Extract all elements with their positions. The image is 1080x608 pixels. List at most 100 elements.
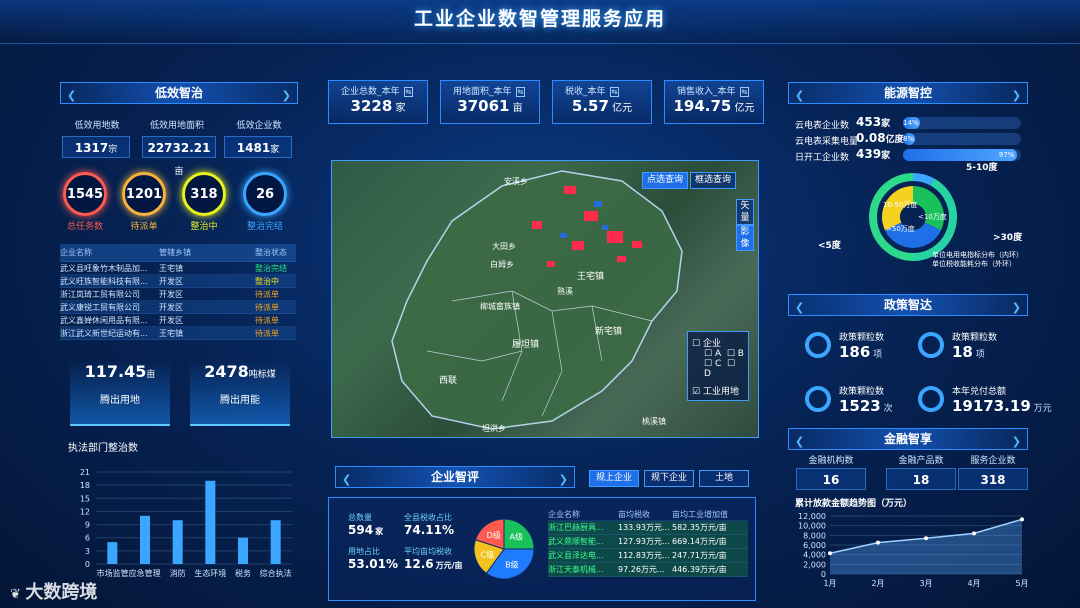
point-query-button[interactable]: 点选查询 (642, 172, 688, 189)
donut-note: 单位电用电指标分布（内环） (932, 251, 1023, 259)
summary-stat-card[interactable]: 销售收入_本年 ⇆ 194.75 亿元 (664, 80, 764, 124)
policy-value: 18 项 (952, 343, 997, 361)
tab-above-scale[interactable]: 规上企业 (589, 470, 639, 487)
x-tick-label: 1月 (823, 579, 836, 588)
bar (238, 537, 248, 564)
cell-town: 王宅镇 (159, 264, 183, 273)
table-row[interactable]: 武义鑫婵休闲用品有限... 开发区 待派单 (60, 314, 296, 327)
stat-info-icon[interactable]: ⇆ (739, 87, 750, 97)
table-row[interactable]: 武义县泽达电... 112.83万元... 247.71万元/亩 (548, 549, 748, 563)
policy-ring-icon (805, 332, 831, 358)
y-tick-label: 12 (80, 507, 90, 516)
status-ring[interactable]: 26 (243, 172, 287, 216)
town-label: 履坦镇 (512, 340, 540, 350)
energy-unit: 亿度 (885, 135, 904, 145)
x-tick-label: 2月 (871, 579, 884, 588)
tab-land[interactable]: 土地 (699, 470, 749, 487)
cell-town: 开发区 (159, 277, 183, 286)
policy-item[interactable]: 本年兑付总额 19173.19 万元 (952, 384, 1052, 415)
table-row[interactable]: 武义旺族智能科技有限... 开发区 整治中 (60, 275, 296, 288)
col-header: 管辖乡镇 (159, 248, 191, 257)
cell-company: 武义县旺象竹木制品加... (60, 264, 148, 273)
legend-land[interactable]: ☑ 工业用地 (692, 384, 744, 397)
y-tick-label: 8,000 (803, 531, 826, 540)
energy-progress: 97% (903, 149, 1021, 161)
stat-value: 37061 亩 (441, 97, 539, 115)
summary-stat-card[interactable]: 企业总数_本年 ⇆ 3228 家 (328, 80, 428, 124)
summary-stat-card[interactable]: 税收_本年 ⇆ 5.57 亿元 (552, 80, 652, 124)
policy-item[interactable]: 政策颗粒数 186 项 (839, 330, 884, 361)
cell-town: 王宅镇 (159, 329, 183, 338)
metric-label: 全县税收占比 (404, 513, 452, 522)
stat-info-icon[interactable]: ⇆ (609, 87, 620, 97)
watermark: ❦ 大数跨境 (10, 582, 98, 603)
platform-unit: 吨标煤 (248, 370, 276, 380)
x-tick-label: 3月 (919, 579, 932, 588)
stat-info-icon[interactable]: ⇆ (515, 87, 526, 97)
status-ring-label: 整治中 (190, 222, 218, 232)
y-tick-label: 10,000 (798, 522, 826, 531)
kpi-value: 1317宗 (62, 136, 130, 158)
stat-value: 3228 家 (329, 97, 427, 115)
eval-metric: 全县税收占比 74.11% (404, 512, 454, 537)
platform-label: 腾出用地 (100, 395, 140, 406)
box-query-button[interactable]: 框选查询 (690, 172, 736, 189)
y-tick-label: 4,000 (803, 551, 826, 560)
cell-company: 浙江天泰机械... (548, 565, 604, 574)
tab-below-scale[interactable]: 规下企业 (644, 470, 694, 487)
stat-label-text: 销售收入_本年 (677, 87, 736, 97)
policy-number: 19173.19 (952, 397, 1031, 415)
energy-number: 453 (856, 115, 882, 129)
energy-value: 439家 (856, 147, 904, 161)
policy-item[interactable]: 政策颗粒数 18 项 (952, 330, 997, 361)
platform-number: 2478 (204, 362, 249, 381)
status-ring[interactable]: 1545 (63, 172, 107, 216)
vector-tab[interactable]: 矢量 (736, 199, 754, 225)
bar (205, 480, 216, 564)
eval-metric: 平均亩均税收 12.6 万元/亩 (404, 546, 463, 571)
stat-label: 销售收入_本年 ⇆ (665, 81, 763, 97)
metric-unit: 万元/亩 (435, 561, 463, 570)
y-tick-label: 21 (80, 468, 90, 477)
x-tick-label: 市场监管应急管理 (97, 568, 161, 578)
policy-unit: 项 (972, 350, 985, 360)
pie-label: D级 (487, 530, 501, 540)
stat-value: 194.75 亿元 (665, 97, 763, 115)
enterprise-eval-table: 企业名称 亩均税收 亩均工业增加值 浙江巴赫厨具... 133.93万元... 58… (548, 508, 748, 577)
town-label: 王宅镇 (577, 272, 605, 282)
status-ring[interactable]: 318 (182, 172, 226, 216)
map-view[interactable]: 点选查询 框选查询 矢量 影像 王宅镇 履坦镇 新宅镇 西联 柳城畲族镇 熟溪 … (331, 160, 759, 438)
policy-number: 18 (952, 343, 973, 361)
cell-company: 武义旺族智能科技有限... (60, 277, 148, 286)
table-row[interactable]: 浙江武义新世纪运动有... 王宅镇 待派单 (60, 327, 296, 340)
platform-number: 117.45 (84, 362, 147, 381)
cell-status: 待派单 (255, 303, 279, 312)
table-row[interactable]: 武义鼎顺智能... 127.93万元... 669.14万元/亩 (548, 535, 748, 549)
table-row[interactable]: 浙江巴赫厨具... 133.93万元... 582.35万元/亩 (548, 521, 748, 535)
section-title-enterprise-eval: ❮ 企业智评 ❯ (335, 466, 575, 488)
policy-item[interactable]: 政策颗粒数 1523 次 (839, 384, 893, 415)
table-row[interactable]: 浙江天泰机械... 97.26万元... 446.39万元/亩 (548, 563, 748, 577)
metric-label: 用地占比 (348, 547, 380, 556)
legend-enterprise[interactable]: ☐ 企业 (692, 336, 744, 349)
y-tick-label: 9 (85, 521, 90, 530)
metric-label: 总数量 (348, 513, 372, 522)
stat-unit: 亿元 (731, 103, 755, 114)
finance-kpi-label: 金融产品数 (898, 456, 944, 466)
status-ring[interactable]: 1201 (122, 172, 166, 216)
metric-value: 74.11% (404, 523, 454, 537)
data-point (924, 536, 928, 541)
energy-label: 云电表采集电量 (795, 137, 857, 147)
imagery-tab[interactable]: 影像 (736, 225, 754, 251)
table-row[interactable]: 浙江岚琦工贸有限公司 开发区 待派单 (60, 288, 296, 301)
x-tick-label: 5月 (1015, 579, 1028, 588)
stat-info-icon[interactable]: ⇆ (403, 87, 414, 97)
town-label: 桃溪镇 (642, 417, 666, 426)
stat-label: 企业总数_本年 ⇆ (329, 81, 427, 97)
summary-stat-card[interactable]: 用地面积_本年 ⇆ 37061 亩 (440, 80, 540, 124)
cell-company: 浙江武义新世纪运动有... (60, 329, 148, 338)
stat-number: 5.57 (571, 97, 609, 115)
table-row[interactable]: 武义县旺象竹木制品加... 王宅镇 整治完结 (60, 262, 296, 275)
table-row[interactable]: 武义康锐工贸有限公司 开发区 待派单 (60, 301, 296, 314)
energy-value: 453家 (856, 115, 904, 129)
